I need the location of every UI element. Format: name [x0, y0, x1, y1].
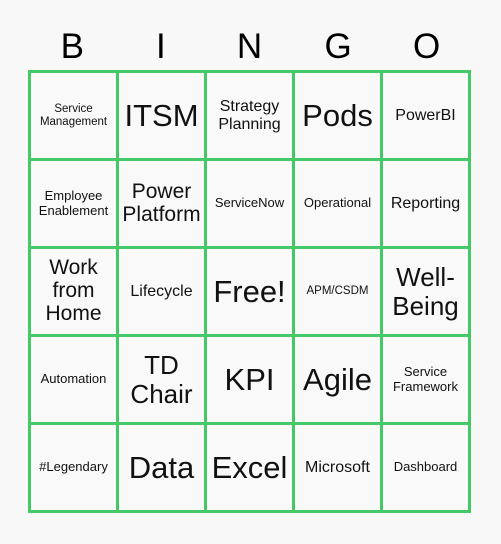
bingo-cell-label: Reporting — [390, 194, 461, 212]
bingo-cell[interactable]: Power Platform — [116, 161, 204, 246]
bingo-cell[interactable]: Lifecycle — [116, 249, 204, 334]
bingo-row: Automation TD Chair KPI Agile Service Fr… — [31, 334, 468, 422]
bingo-cell[interactable]: Automation — [31, 337, 116, 422]
bingo-grid: Service Management ITSM Strategy Plannin… — [28, 70, 471, 513]
bingo-cell-label: Service Management — [39, 103, 108, 128]
bingo-cell-label: Service Framework — [392, 364, 458, 394]
bingo-cell[interactable]: Microsoft — [292, 425, 380, 510]
bingo-row: Work from Home Lifecycle Free! APM/CSDM … — [31, 246, 468, 334]
bingo-cell-label: APM/CSDM — [306, 285, 369, 298]
bingo-cell[interactable]: Data — [116, 425, 204, 510]
bingo-cell[interactable]: PowerBI — [380, 73, 468, 158]
bingo-cell-label: ServiceNow — [214, 195, 285, 211]
bingo-cell-label: Well-Being — [392, 262, 459, 321]
bingo-header: B I N G O — [28, 24, 471, 68]
bingo-cell[interactable]: TD Chair — [116, 337, 204, 422]
bingo-cell-label: Free! — [213, 273, 286, 309]
bingo-cell-label: Dashboard — [393, 459, 458, 475]
bingo-cell-label: Lifecycle — [130, 282, 193, 300]
bingo-cell-label: Data — [128, 449, 195, 485]
bingo-cell[interactable]: Reporting — [380, 161, 468, 246]
bingo-row: Employee Enablement Power Platform Servi… — [31, 158, 468, 246]
bingo-cell-label: PowerBI — [395, 106, 456, 124]
bingo-cell-label: Employee Enablement — [38, 188, 109, 218]
bingo-cell[interactable]: Dashboard — [380, 425, 468, 510]
bingo-card: B I N G O Service Management ITSM Strate… — [0, 0, 501, 544]
bingo-cell-label: Pods — [302, 97, 373, 133]
bingo-cell-label: Power Platform — [122, 179, 201, 226]
bingo-cell[interactable]: APM/CSDM — [292, 249, 380, 334]
bingo-cell[interactable]: Employee Enablement — [31, 161, 116, 246]
bingo-cell[interactable]: Agile — [292, 337, 380, 422]
bingo-cell-label: Operational — [303, 195, 372, 211]
bingo-cell[interactable]: #Legendary — [31, 425, 116, 510]
header-letter-o: O — [413, 26, 441, 66]
bingo-cell-label: Agile — [303, 361, 372, 397]
bingo-cell-label: Automation — [40, 371, 107, 387]
bingo-cell-label: Work from Home — [45, 256, 102, 325]
bingo-cell[interactable]: Service Framework — [380, 337, 468, 422]
bingo-cell-label: ITSM — [124, 97, 199, 133]
bingo-row: Service Management ITSM Strategy Plannin… — [31, 73, 468, 158]
header-letter-i: I — [156, 26, 166, 66]
header-letter-n: N — [236, 26, 263, 66]
bingo-cell-label: Strategy Planning — [218, 98, 281, 133]
bingo-cell[interactable]: Excel — [204, 425, 292, 510]
header-letter-b: B — [60, 26, 84, 66]
bingo-cell[interactable]: Operational — [292, 161, 380, 246]
bingo-cell-free[interactable]: Free! — [204, 249, 292, 334]
bingo-cell-label: KPI — [224, 361, 275, 397]
bingo-cell[interactable]: Strategy Planning — [204, 73, 292, 158]
header-letter-g: G — [324, 26, 352, 66]
bingo-cell[interactable]: Work from Home — [31, 249, 116, 334]
bingo-row: #Legendary Data Excel Microsoft Dashboar… — [31, 422, 468, 510]
bingo-cell[interactable]: ITSM — [116, 73, 204, 158]
bingo-cell-label: #Legendary — [39, 459, 108, 475]
bingo-cell-label: TD Chair — [130, 350, 193, 409]
bingo-cell[interactable]: ServiceNow — [204, 161, 292, 246]
bingo-cell-label: Excel — [211, 449, 288, 485]
bingo-cell[interactable]: Well-Being — [380, 249, 468, 334]
bingo-cell[interactable]: Service Management — [31, 73, 116, 158]
bingo-cell[interactable]: KPI — [204, 337, 292, 422]
bingo-cell[interactable]: Pods — [292, 73, 380, 158]
bingo-cell-label: Microsoft — [305, 458, 370, 476]
